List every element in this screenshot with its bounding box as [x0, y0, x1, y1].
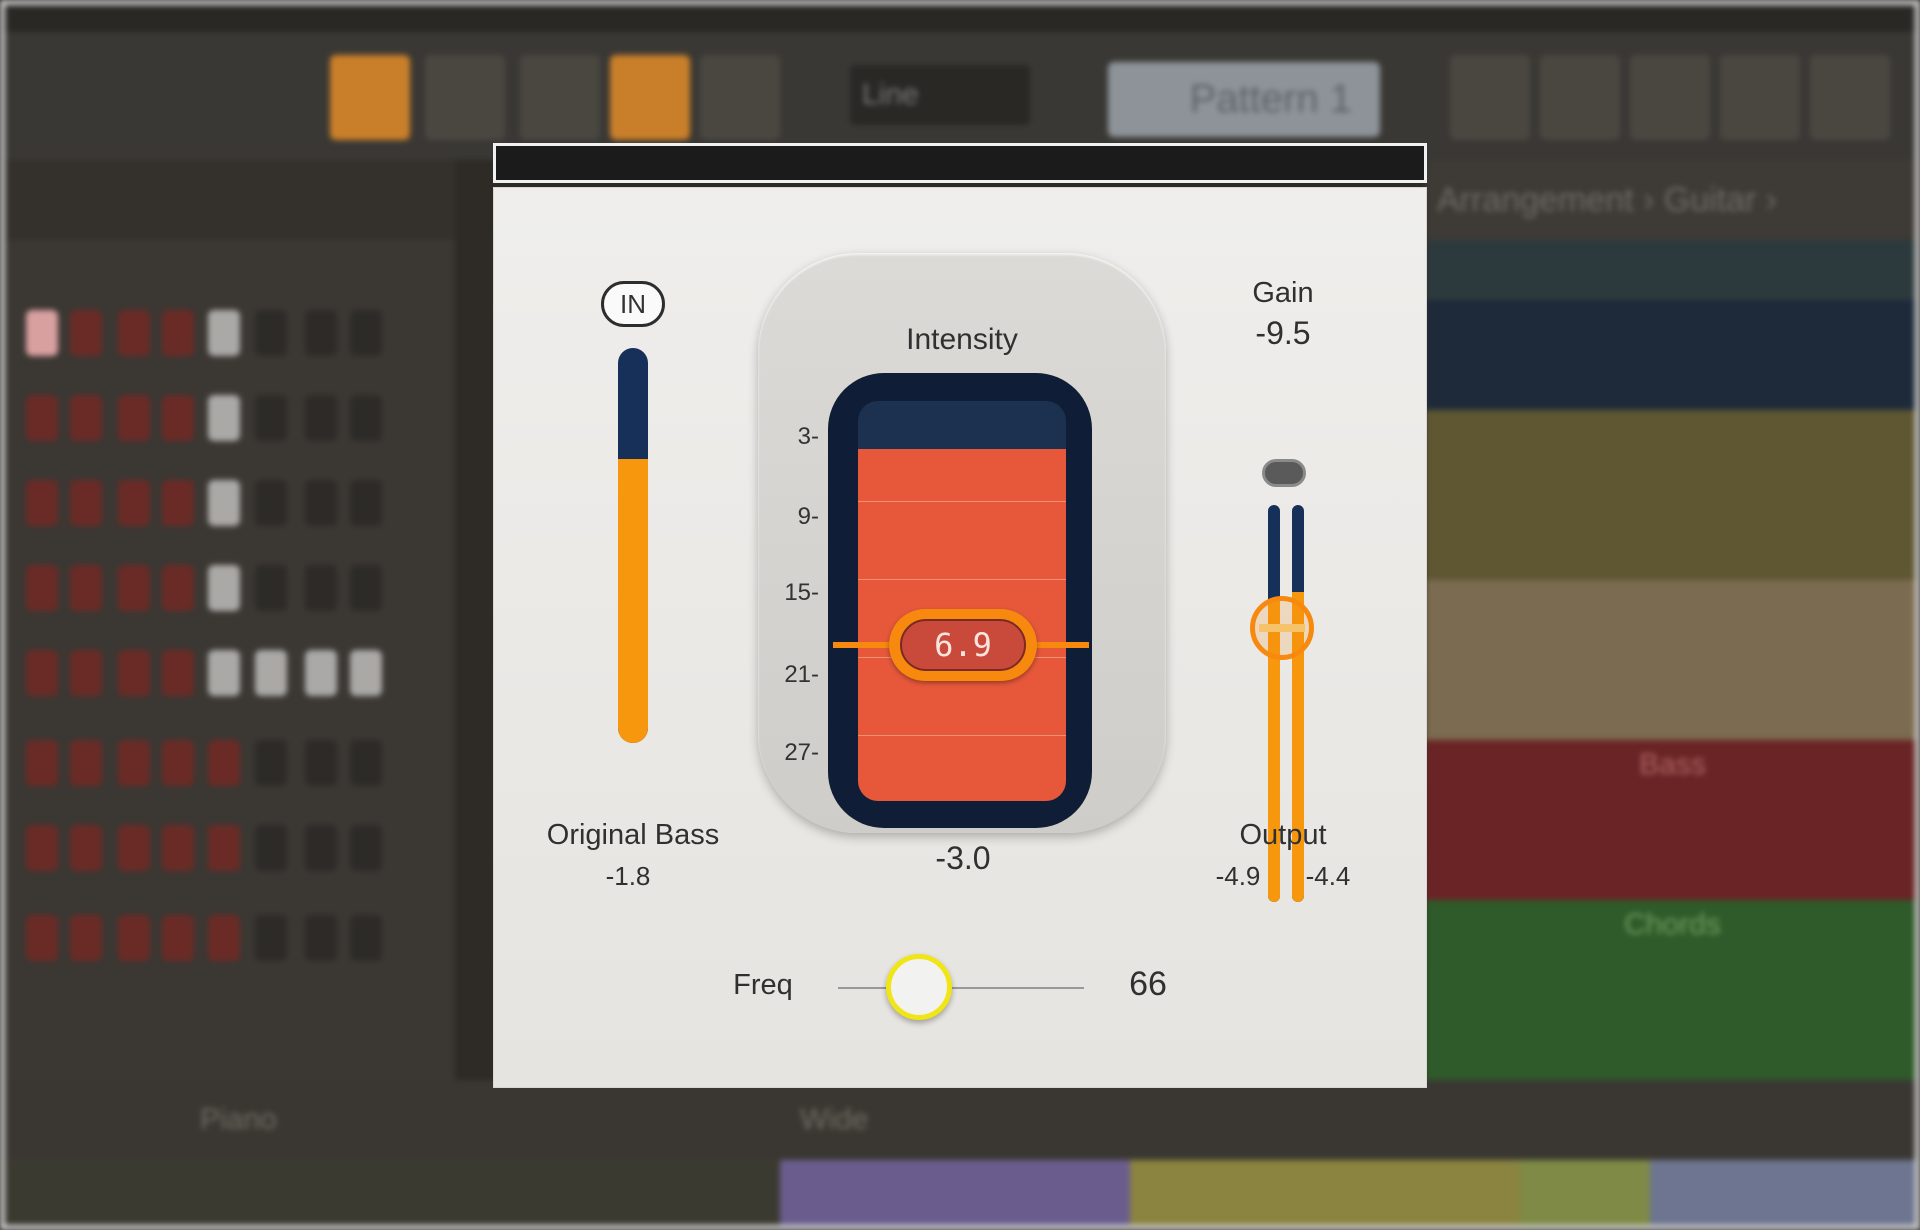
threshold-handle[interactable]: 6.9 [889, 609, 1037, 681]
threshold-value: 6.9 [900, 619, 1026, 671]
freq-value: 66 [1129, 965, 1167, 1003]
scale-tick-27: 27- [784, 739, 819, 766]
gain-value: -9.5 [1255, 315, 1311, 351]
in-button[interactable]: IN [601, 281, 665, 327]
original-bass-meter-fill [618, 458, 648, 743]
gridline [858, 579, 1066, 580]
freq-slider-track[interactable] [838, 987, 1084, 989]
gain-knob[interactable] [1262, 459, 1306, 487]
gain-slider-grip [1259, 624, 1305, 632]
intensity-title: Intensity [906, 323, 1018, 356]
scale-tick-21: 21- [784, 661, 819, 688]
scale-tick-9: 9- [797, 503, 819, 530]
gridline [858, 735, 1066, 736]
output-right-value: -4.4 [1305, 861, 1351, 891]
original-bass-label: Original Bass [546, 819, 720, 851]
original-bass-value: -1.8 [605, 861, 651, 891]
bass-plugin-window: IN Original Bass -1.8 Intensity 3- 9- 15… [493, 143, 1427, 1088]
gain-slider-handle[interactable] [1250, 596, 1314, 660]
output-left-value: -4.9 [1215, 861, 1261, 891]
original-bass-meter [618, 348, 648, 743]
gain-label: Gain [1252, 277, 1314, 309]
intensity-meter [858, 401, 1066, 801]
freq-slider-thumb[interactable] [886, 954, 953, 1020]
output-label: Output [1239, 819, 1327, 851]
scale-tick-3: 3- [797, 423, 819, 450]
intensity-value: -3.0 [935, 840, 991, 876]
plugin-titlebar[interactable] [493, 143, 1427, 183]
freq-label: Freq [733, 969, 793, 1001]
scale-tick-15: 15- [784, 579, 819, 606]
gridline [858, 501, 1066, 502]
